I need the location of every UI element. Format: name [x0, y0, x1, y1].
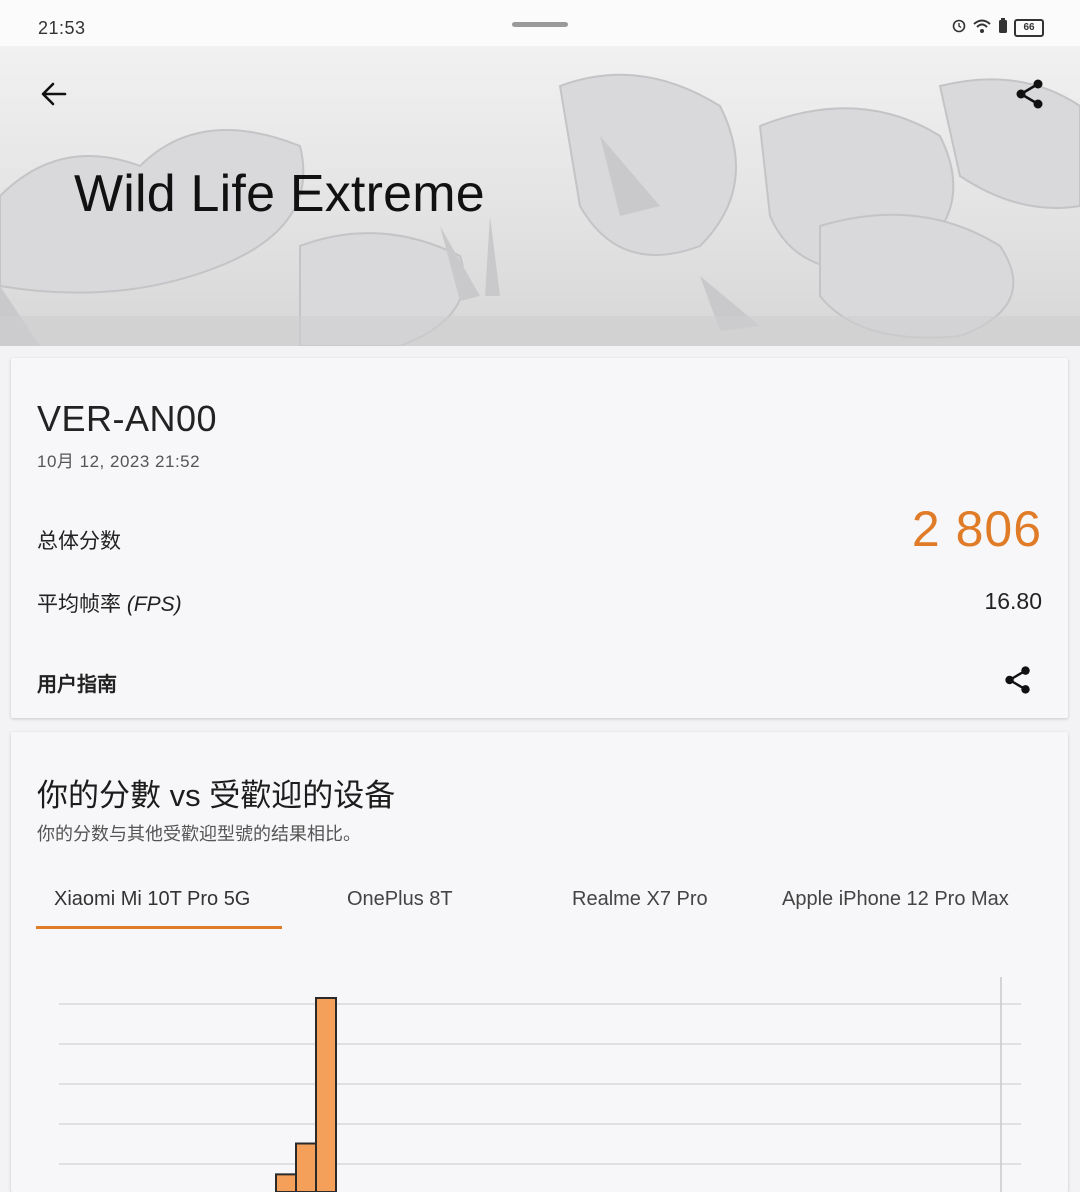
fps-label-text: 平均帧率: [37, 593, 121, 616]
alarm-icon: [952, 19, 966, 36]
share-icon: [1014, 78, 1046, 110]
score-distribution-chart: [11, 972, 1068, 1192]
active-tab-indicator: [36, 926, 282, 929]
status-time: 21:53: [38, 18, 86, 39]
drag-handle[interactable]: [512, 22, 568, 27]
page-title: Wild Life Extreme: [74, 164, 485, 224]
overall-score-value: 2 806: [912, 500, 1042, 558]
chart-bar: [276, 1174, 296, 1192]
share-button[interactable]: [1010, 74, 1050, 114]
wifi-icon: [972, 18, 992, 37]
tab-xiaomi-mi-10t-pro-5g[interactable]: Xiaomi Mi 10T Pro 5G: [54, 888, 250, 911]
average-fps-label: 平均帧率 (FPS): [37, 588, 182, 618]
fps-unit: (FPS): [127, 593, 182, 616]
tab-oneplus-8t[interactable]: OnePlus 8T: [347, 888, 453, 911]
battery-icon: 66: [1014, 19, 1044, 37]
hero-banner: Wild Life Extreme: [0, 46, 1080, 346]
share-guide-button[interactable]: [1000, 662, 1036, 698]
device-tabs: Xiaomi Mi 10T Pro 5G OnePlus 8T Realme X…: [11, 882, 1068, 932]
user-guide-link[interactable]: 用户指南: [37, 668, 117, 697]
tab-realme-x7-pro[interactable]: Realme X7 Pro: [572, 888, 708, 911]
battery-saver-icon: [998, 18, 1008, 37]
result-date: 10月 12, 2023 21:52: [37, 447, 200, 472]
comparison-title: 你的分數 vs 受歡迎的设备: [37, 770, 395, 815]
result-card: VER-AN00 10月 12, 2023 21:52 总体分数 2 806 平…: [11, 358, 1068, 718]
device-name: VER-AN00: [37, 398, 217, 440]
chart-bar: [296, 1144, 316, 1192]
chart-bar: [316, 998, 336, 1192]
status-bar: 21:53 66: [0, 0, 1080, 46]
tab-apple-iphone-12-pro-max[interactable]: Apple iPhone 12 Pro Max: [782, 888, 1009, 911]
share-icon: [1003, 665, 1033, 695]
back-button[interactable]: [34, 74, 74, 114]
comparison-card: 你的分數 vs 受歡迎的设备 你的分数与其他受歡迎型號的结果相比。 Xiaomi…: [11, 732, 1068, 1192]
arrow-left-icon: [39, 79, 69, 109]
average-fps-value: 16.80: [984, 588, 1042, 615]
overall-score-label: 总体分数: [37, 525, 121, 555]
status-icons: 66: [952, 18, 1044, 37]
comparison-subtitle: 你的分数与其他受歡迎型號的结果相比。: [37, 820, 361, 846]
